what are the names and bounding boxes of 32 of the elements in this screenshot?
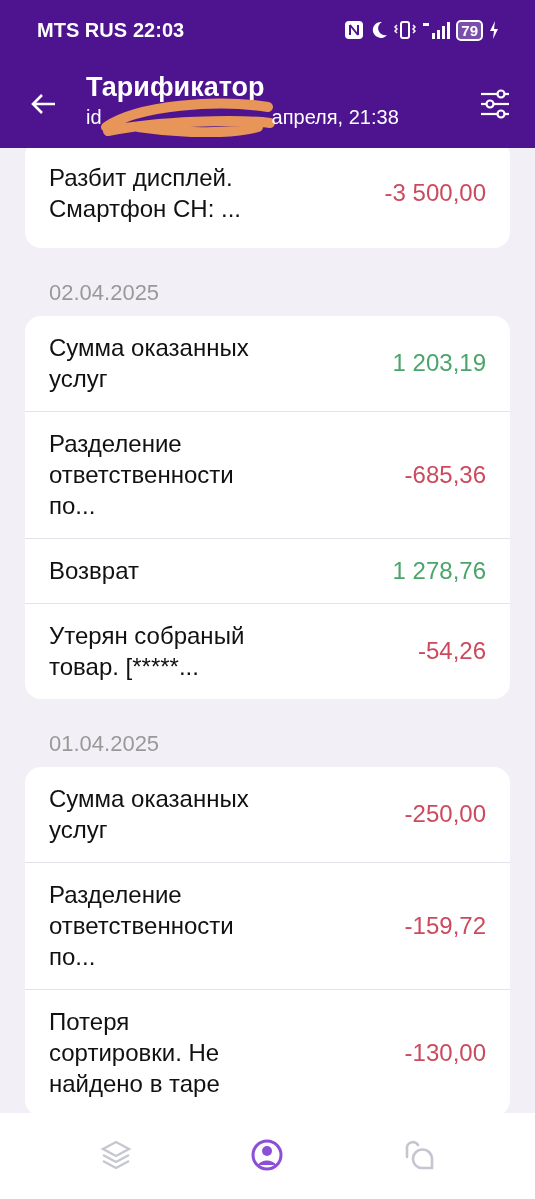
- transaction-amount: -685,36: [404, 460, 486, 489]
- signal-icon: [422, 20, 451, 40]
- transaction-label: Потеря сортировки. Не найдено в таре: [49, 1007, 221, 1099]
- subtitle-text: апреля, 21:38: [271, 105, 399, 129]
- transaction-label: Разделение ответственности по...: [49, 880, 235, 972]
- subtitle-text: id: [86, 105, 102, 129]
- transaction-label: Разделение ответственности по...: [49, 429, 235, 521]
- transaction-amount: -250,00: [404, 800, 486, 828]
- transaction-label: Разбит дисплей. Смартфон CH: ...: [49, 163, 242, 224]
- nfc-icon: [344, 20, 365, 40]
- transaction-label: Сумма оказанных услуг: [49, 784, 250, 845]
- carrier-name: MTS RUS: [37, 18, 127, 42]
- charging-icon: [489, 20, 499, 40]
- transaction-amount: 1 278,76: [392, 556, 486, 585]
- vibrate-icon: [394, 20, 417, 40]
- layers-icon: [99, 1139, 132, 1171]
- date-heading: 02.04.2025: [48, 279, 161, 307]
- transaction-amount: -130,00: [404, 1038, 486, 1067]
- profile-icon: [251, 1139, 284, 1171]
- moon-icon: [370, 20, 389, 40]
- status-time: 22:03: [133, 18, 185, 42]
- transaction-amount: -54,26: [417, 637, 486, 665]
- transaction-label: Сумма оказанных услуг: [49, 333, 250, 394]
- transaction-label: Утерян собраный товар. [*****...: [49, 621, 246, 682]
- screen-title: Тарификатор: [86, 71, 266, 104]
- battery-percent: 79: [461, 21, 478, 39]
- transaction-amount: -3 500,00: [384, 179, 486, 207]
- date-heading: 01.04.2025: [48, 730, 161, 758]
- transaction-amount: 1 203,19: [392, 349, 486, 377]
- transaction-amount: -159,72: [404, 911, 486, 940]
- transaction-label: Возврат: [49, 556, 140, 586]
- chat-bubbles-icon: [403, 1139, 436, 1171]
